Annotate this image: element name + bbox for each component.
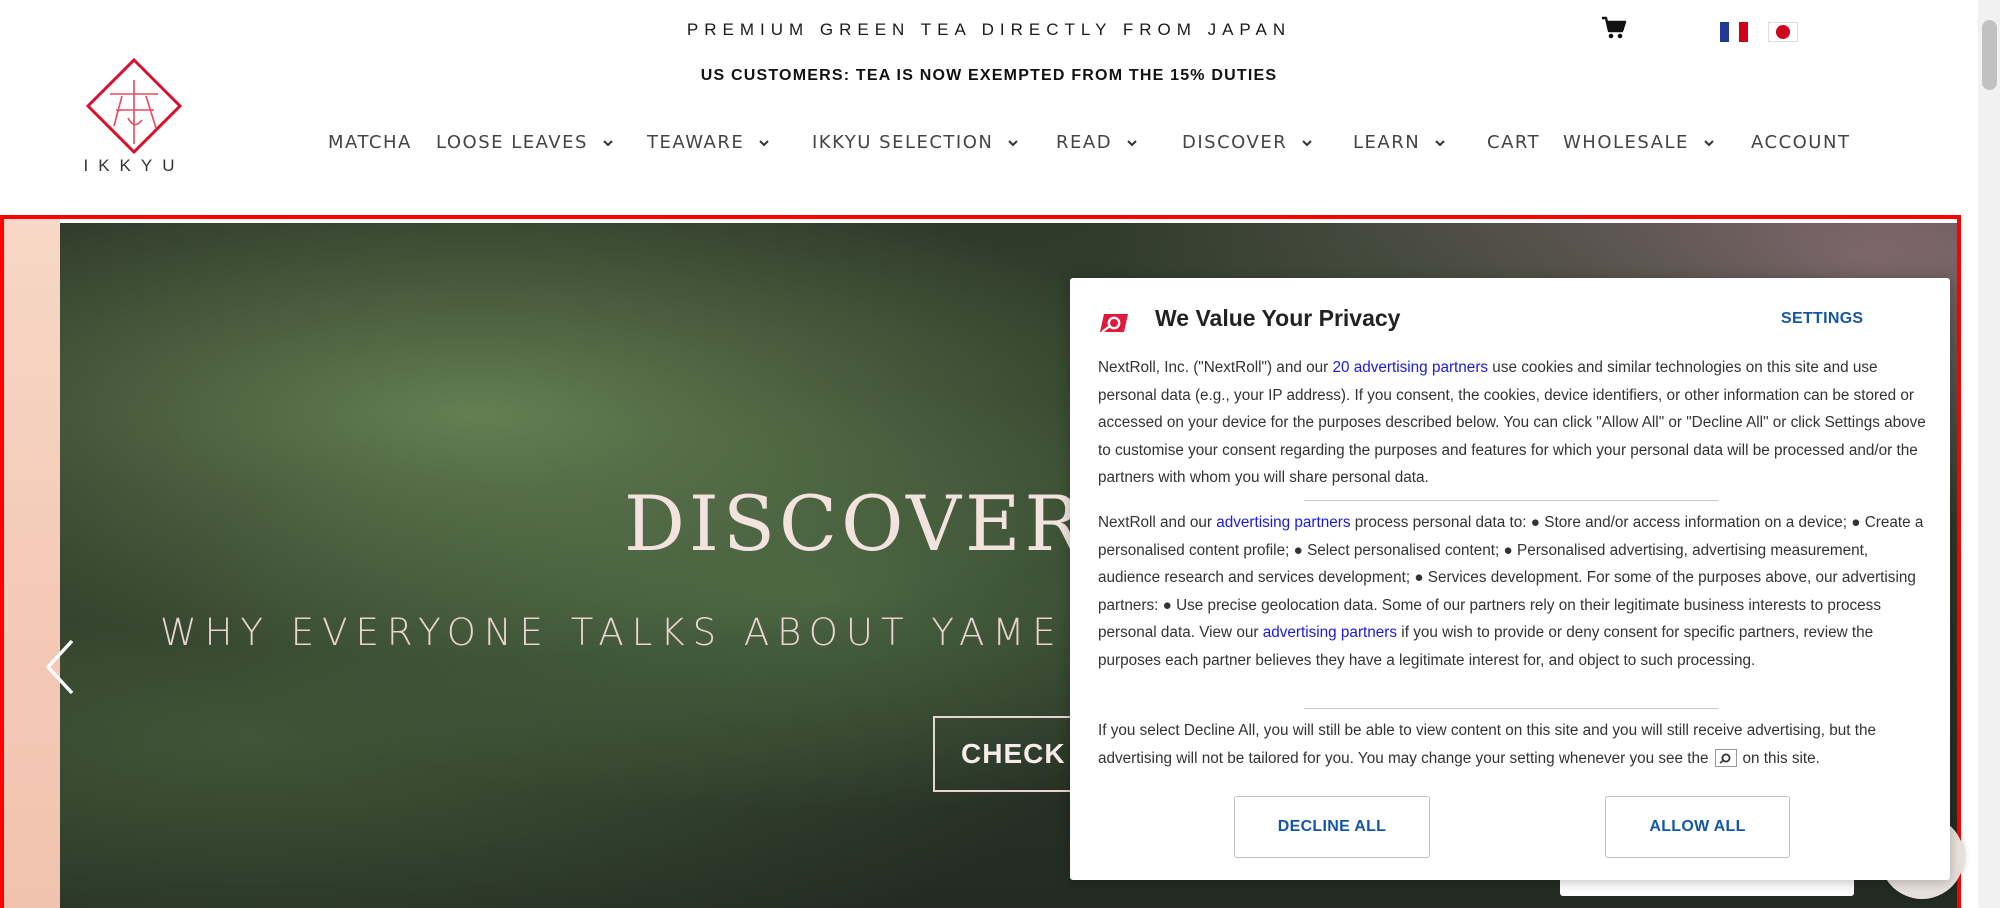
advertising-partners-link[interactable]: advertising partners: [1263, 624, 1397, 641]
section-divider: [1304, 708, 1718, 709]
promo-tagline: PREMIUM GREEN TEA DIRECTLY FROM JAPAN: [686, 20, 1292, 39]
nav-item-discover[interactable]: DISCOVER: [1182, 132, 1313, 153]
privacy-consent-dialog: We Value Your Privacy SETTINGS NextRoll,…: [1070, 278, 1950, 880]
nav-label: IKKYU SELECTION: [812, 132, 994, 153]
french-flag-icon[interactable]: [1720, 22, 1748, 42]
nav-item-matcha[interactable]: MATCHA: [328, 132, 412, 153]
consent-decline-info-text: If you select Decline All, you will stil…: [1098, 717, 1928, 772]
text-segment: on this site.: [1742, 749, 1820, 767]
nav-item-cart[interactable]: CART: [1487, 132, 1540, 153]
duty-notice: US CUSTOMERS: TEA IS NOW EXEMPTED FROM T…: [700, 67, 1278, 84]
allow-all-button[interactable]: ALLOW ALL: [1605, 796, 1790, 858]
main-nav: MATCHA LOOSE LEAVES TEAWARE IKKYU SELECT…: [0, 132, 1978, 156]
nav-item-wholesale[interactable]: WHOLESALE: [1563, 132, 1715, 153]
nav-label: LEARN: [1353, 132, 1421, 153]
settings-link[interactable]: SETTINGS: [1781, 310, 1863, 328]
decline-all-button[interactable]: DECLINE ALL: [1234, 796, 1430, 858]
text-segment: NextRoll and our: [1098, 514, 1217, 531]
hero-side-strip: [4, 219, 60, 908]
nav-item-loose-leaves[interactable]: LOOSE LEAVES: [436, 132, 614, 153]
nav-item-teaware[interactable]: TEAWARE: [647, 132, 770, 153]
text-segment: process personal data to: ● Store and/or…: [1098, 514, 1924, 641]
chevron-down-icon: [1302, 139, 1312, 146]
page-scrollbar[interactable]: [1978, 0, 2000, 908]
nav-item-ikkyu-selection[interactable]: IKKYU SELECTION: [812, 132, 1019, 153]
shopping-cart-icon[interactable]: [1601, 16, 1627, 40]
hero-subtitle: WHY EVERYONE TALKS ABOUT YAME: [160, 611, 1064, 654]
nav-label: DISCOVER: [1182, 132, 1288, 153]
nav-label: TEAWARE: [647, 132, 745, 153]
chevron-down-icon: [603, 139, 613, 146]
consent-settings-icon[interactable]: [1714, 748, 1737, 767]
logo-wordmark: IKKYU: [83, 156, 185, 175]
chevron-down-icon: [1435, 139, 1445, 146]
dialog-title: We Value Your Privacy: [1155, 305, 1401, 331]
site-header: PREMIUM GREEN TEA DIRECTLY FROM JAPAN US…: [0, 0, 1978, 215]
nav-label: LOOSE LEAVES: [436, 132, 588, 153]
nav-item-learn[interactable]: LEARN: [1353, 132, 1446, 153]
consent-intro-text: NextRoll, Inc. ("NextRoll") and our 20 a…: [1098, 354, 1928, 492]
nav-label: WHOLESALE: [1563, 132, 1689, 153]
nav-label: CART: [1487, 132, 1541, 153]
nav-label: READ: [1056, 132, 1113, 153]
nav-label: MATCHA: [328, 132, 412, 153]
text-segment: use cookies and similar technologies on …: [1098, 359, 1926, 486]
chevron-down-icon: [1008, 139, 1019, 146]
japanese-flag-icon[interactable]: [1768, 22, 1798, 42]
nav-label: ACCOUNT: [1751, 132, 1851, 153]
nav-item-read[interactable]: READ: [1056, 132, 1138, 153]
chevron-left-icon[interactable]: [42, 637, 80, 697]
advertising-partners-link[interactable]: 20 advertising partners: [1332, 359, 1488, 376]
nextroll-logo-icon: [1100, 314, 1128, 333]
scrollbar-thumb[interactable]: [1982, 20, 1997, 90]
text-segment: NextRoll, Inc. ("NextRoll") and our: [1098, 359, 1333, 376]
chevron-down-icon: [1704, 139, 1714, 146]
chevron-down-icon: [759, 139, 769, 146]
consent-purposes-text: NextRoll and our advertising partners pr…: [1098, 509, 1928, 674]
chevron-down-icon: [1127, 139, 1137, 146]
section-divider: [1304, 500, 1718, 501]
nav-item-account[interactable]: ACCOUNT: [1751, 132, 1850, 153]
advertising-partners-link[interactable]: advertising partners: [1216, 514, 1350, 531]
